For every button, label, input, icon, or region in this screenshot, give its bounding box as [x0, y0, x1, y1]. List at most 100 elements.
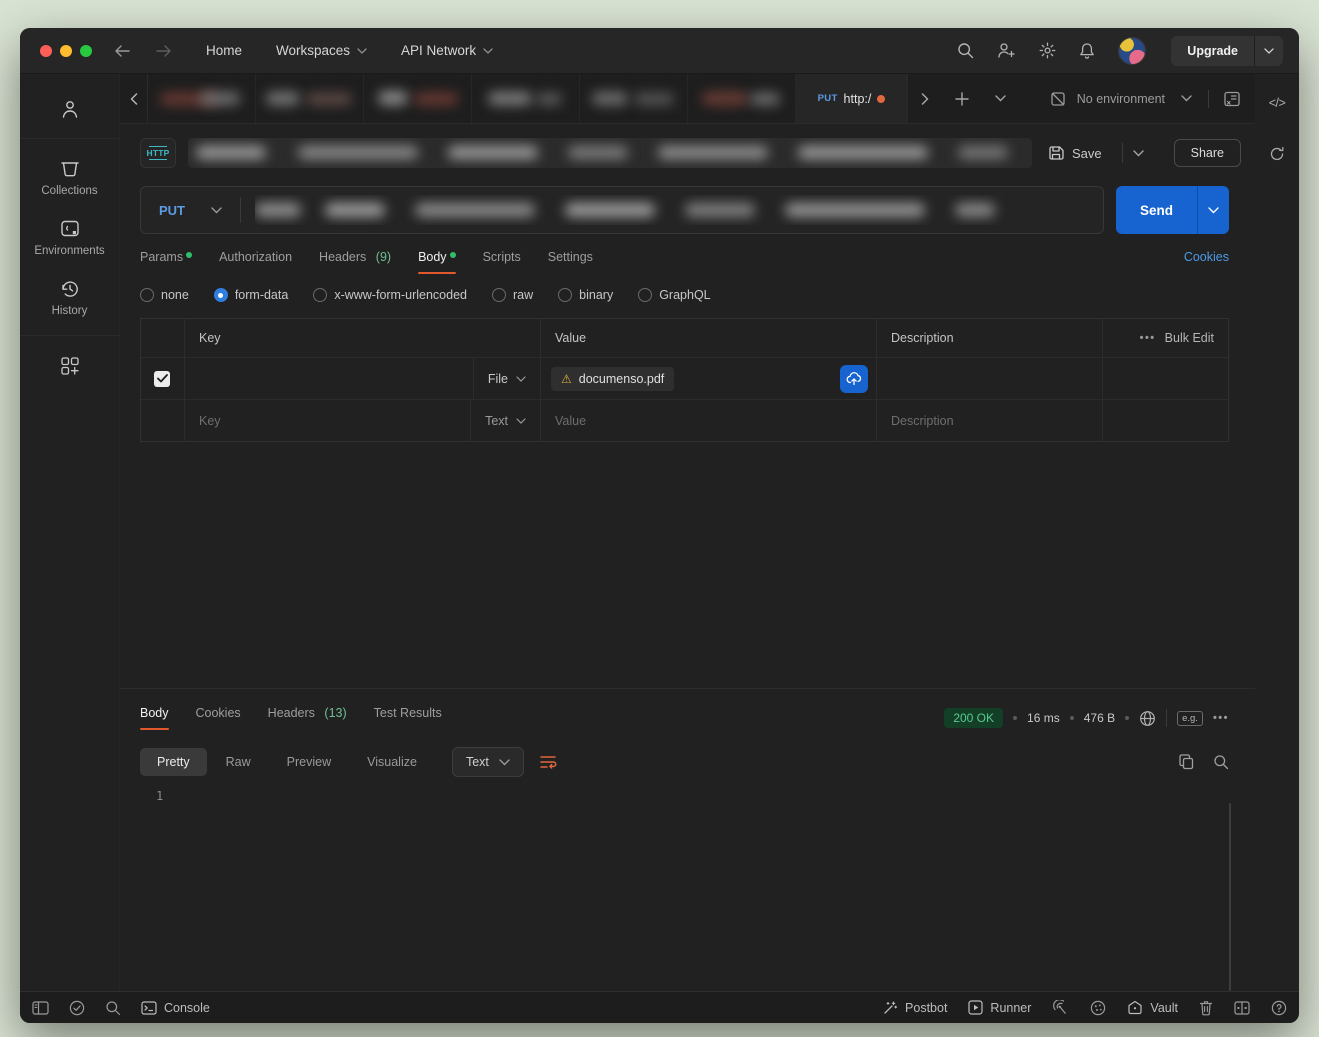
radio-x-www-form-urlencoded[interactable]: x-www-form-urlencoded [313, 288, 467, 302]
notifications-bell-icon[interactable] [1079, 42, 1095, 60]
radio-raw[interactable]: raw [492, 288, 533, 302]
view-raw[interactable]: Raw [209, 748, 268, 776]
two-pane-layout-icon[interactable] [1234, 1001, 1250, 1015]
find-icon[interactable] [105, 1000, 121, 1016]
nav-home[interactable]: Home [206, 43, 242, 58]
blurred-tab[interactable] [148, 74, 256, 123]
vault-button[interactable]: Vault [1127, 1000, 1178, 1015]
row-checkbox-checked[interactable] [154, 371, 170, 387]
tab-authorization[interactable]: Authorization [219, 250, 292, 274]
response-size[interactable]: 476 B [1084, 711, 1115, 725]
description-cell[interactable] [877, 358, 1103, 399]
radio-graphql[interactable]: GraphQL [638, 288, 710, 302]
radio-form-data[interactable]: form-data [214, 288, 289, 302]
search-response-icon[interactable] [1213, 754, 1229, 770]
more-options-icon[interactable]: ••• [1140, 332, 1156, 344]
cookies-icon[interactable] [1090, 1000, 1106, 1016]
sidebar-item-collections[interactable]: Collections [27, 149, 113, 209]
response-tab-cookies[interactable]: Cookies [196, 706, 241, 730]
view-pretty[interactable]: Pretty [140, 748, 207, 776]
save-as-example-icon[interactable]: e.g. [1177, 711, 1203, 726]
selected-file-chip[interactable]: ⚠documenso.pdf [551, 367, 674, 391]
close-window-button[interactable] [40, 45, 52, 57]
sidebar-item-history[interactable]: History [27, 269, 113, 329]
help-icon[interactable] [1271, 1000, 1287, 1016]
view-preview[interactable]: Preview [270, 748, 348, 776]
upgrade-button[interactable]: Upgrade [1171, 36, 1254, 66]
share-button[interactable]: Share [1174, 139, 1241, 167]
sidebar-item-environments[interactable]: Environments [27, 209, 113, 269]
tab-headers[interactable]: Headers (9) [319, 250, 391, 274]
radio-binary[interactable]: binary [558, 288, 613, 302]
response-body-editor[interactable]: 1 [120, 781, 1255, 991]
save-button[interactable]: Save [1044, 145, 1106, 161]
view-visualize[interactable]: Visualize [350, 748, 434, 776]
wrap-text-icon[interactable] [539, 754, 557, 770]
upload-file-button[interactable] [840, 365, 868, 393]
tab-body[interactable]: Body [418, 250, 456, 274]
trash-icon[interactable] [1199, 1000, 1213, 1016]
forward-icon[interactable] [156, 44, 172, 58]
blurred-tab[interactable] [580, 74, 688, 123]
back-icon[interactable] [114, 44, 130, 58]
invite-user-icon[interactable] [997, 42, 1016, 59]
format-dropdown[interactable]: Text [452, 747, 524, 777]
response-tab-body[interactable]: Body [140, 706, 169, 730]
key-input[interactable]: Key Text [185, 400, 541, 441]
new-tab-plus-icon[interactable] [942, 92, 982, 106]
console-button[interactable]: Console [141, 1001, 210, 1015]
user-avatar[interactable] [1118, 37, 1146, 65]
nav-api-network[interactable]: API Network [401, 43, 493, 58]
upgrade-chevron-icon[interactable] [1254, 36, 1283, 66]
method-chevron-icon[interactable] [211, 207, 240, 214]
cookies-link[interactable]: Cookies [1184, 250, 1229, 274]
active-request-tab[interactable]: PUT http:/ [796, 74, 908, 123]
sidebar-item-more-tools[interactable] [27, 346, 113, 388]
network-globe-icon[interactable] [1139, 710, 1156, 727]
tabs-scroll-left-icon[interactable] [120, 74, 148, 123]
blurred-tab[interactable] [472, 74, 580, 123]
request-name-redacted[interactable] [188, 138, 1032, 168]
send-button[interactable]: Send [1116, 186, 1197, 234]
blurred-tab[interactable] [256, 74, 364, 123]
checkpoint-icon[interactable] [69, 1000, 85, 1016]
postbot-button[interactable]: Postbot [882, 1000, 947, 1016]
value-cell[interactable]: ⚠documenso.pdf [541, 358, 877, 399]
settings-gear-icon[interactable] [1039, 42, 1056, 59]
response-tab-headers[interactable]: Headers (13) [268, 706, 347, 730]
response-time[interactable]: 16 ms [1027, 711, 1060, 725]
minimize-window-button[interactable] [60, 45, 72, 57]
key-cell[interactable]: File [185, 358, 541, 399]
response-tab-test-results[interactable]: Test Results [374, 706, 442, 730]
toggle-sidebar-icon[interactable] [32, 1001, 49, 1015]
save-options-chevron-icon[interactable] [1122, 143, 1154, 163]
copy-response-icon[interactable] [1179, 754, 1194, 770]
status-badge[interactable]: 200 OK [944, 708, 1003, 728]
value-input[interactable]: Value [541, 400, 877, 441]
search-icon[interactable] [957, 42, 974, 59]
runner-button[interactable]: Runner [968, 1000, 1031, 1015]
editor-scrollbar[interactable] [1229, 803, 1231, 991]
bulk-edit-button[interactable]: Bulk Edit [1165, 331, 1214, 345]
nav-workspaces[interactable]: Workspaces [276, 43, 367, 58]
refresh-sync-icon[interactable] [1269, 146, 1285, 162]
zoom-window-button[interactable] [80, 45, 92, 57]
radio-none[interactable]: none [140, 288, 189, 302]
url-input-box[interactable]: PUT [140, 186, 1104, 234]
tab-scripts[interactable]: Scripts [483, 250, 521, 274]
blurred-tabs[interactable] [148, 74, 796, 123]
key-type-select[interactable]: File [473, 358, 540, 399]
environment-quick-look-icon[interactable] [1219, 91, 1245, 107]
sidebar-item-account[interactable] [27, 88, 113, 132]
tab-params[interactable]: Params [140, 250, 192, 274]
description-input[interactable]: Description [877, 400, 1103, 441]
method-selector[interactable]: PUT [141, 203, 211, 218]
key-type-select[interactable]: Text [470, 400, 540, 441]
capture-requests-icon[interactable] [1052, 1000, 1069, 1015]
code-snippet-icon[interactable]: </> [1269, 96, 1286, 110]
blurred-tab[interactable] [688, 74, 796, 123]
blurred-tab[interactable] [364, 74, 472, 123]
environment-chevron-icon[interactable] [1175, 95, 1198, 102]
tabs-scroll-right-icon[interactable] [908, 93, 942, 105]
request-url-redacted[interactable] [255, 195, 1089, 225]
